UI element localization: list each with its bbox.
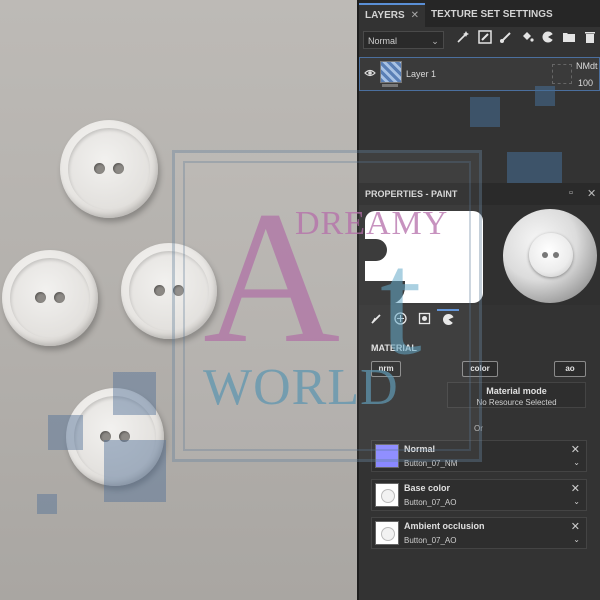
tab-layers-label: LAYERS [365,10,405,21]
chevron-down-icon[interactable]: ⌄ [573,497,580,506]
undock-icon[interactable]: ▫ [569,187,573,199]
close-icon[interactable]: ✕ [571,443,580,456]
wand-icon[interactable] [454,30,473,50]
slot-value: Button_07_AO [404,536,457,545]
eye-icon[interactable] [364,67,376,81]
slot-value: Button_07_AO [404,498,457,507]
layer-mask-icon[interactable] [475,30,494,50]
watermark-square [48,415,83,450]
watermark-dreamy: DREAMY [295,205,449,242]
panel-tabs: LAYERS ✕ TEXTURE SET SETTINGS [359,0,600,27]
blend-mode-select[interactable]: Normal ⌄ [363,31,444,49]
trash-icon[interactable] [581,30,600,50]
watermark-world: WORLD [203,359,399,416]
tab-layers[interactable]: LAYERS ✕ [359,3,426,27]
close-icon[interactable]: ✕ [411,10,419,21]
chevron-down-icon: ⌄ [431,36,439,46]
fill-icon[interactable] [517,30,536,50]
brush-icon[interactable] [496,30,515,50]
button-model-top [60,120,158,218]
watermark-square [535,86,555,106]
layers-toolbar: Normal ⌄ [359,27,600,53]
tab-texture-set-settings[interactable]: TEXTURE SET SETTINGS [425,3,559,27]
layer-thumbnail-bar [382,84,398,87]
ambient-occlusion-texture-slot[interactable]: Ambient occlusion Button_07_AO ✕ ⌄ [371,517,587,549]
layer-opacity[interactable]: 100 [578,78,593,88]
watermark-square [470,97,500,127]
watermark: A t DREAMY WORLD [172,150,482,462]
layer-mask-slot[interactable] [552,64,572,84]
chevron-down-icon[interactable]: ⌄ [573,458,580,467]
close-icon[interactable]: ✕ [587,187,596,200]
channel-ao-button[interactable]: ao [554,361,586,377]
ao-thumbnail [375,521,399,545]
watermark-square [37,494,57,514]
close-icon[interactable]: ✕ [571,520,580,533]
blend-mode-value: Normal [368,36,398,46]
smart-material-icon[interactable] [538,30,557,50]
folder-icon[interactable] [560,30,579,50]
close-icon[interactable]: ✕ [571,482,580,495]
watermark-square [113,372,156,415]
slot-label: Base color [404,483,451,493]
layer-channel-blend[interactable]: NMdt [576,61,598,71]
base-color-texture-slot[interactable]: Base color Button_07_AO ✕ ⌄ [371,479,587,511]
layer-thumbnail [380,61,402,83]
base-color-thumbnail [375,483,399,507]
watermark-square [104,440,166,502]
tab-texture-set-label: TEXTURE SET SETTINGS [431,9,553,20]
chevron-down-icon[interactable]: ⌄ [573,535,580,544]
button-model-left [2,250,98,346]
watermark-letter-t: t [380,220,422,386]
layer-name[interactable]: Layer 1 [406,69,436,79]
layer-row[interactable]: Layer 1 NMdt 100 [359,57,600,91]
material-sphere-preview[interactable] [503,209,597,303]
slot-label: Ambient occlusion [404,521,485,531]
